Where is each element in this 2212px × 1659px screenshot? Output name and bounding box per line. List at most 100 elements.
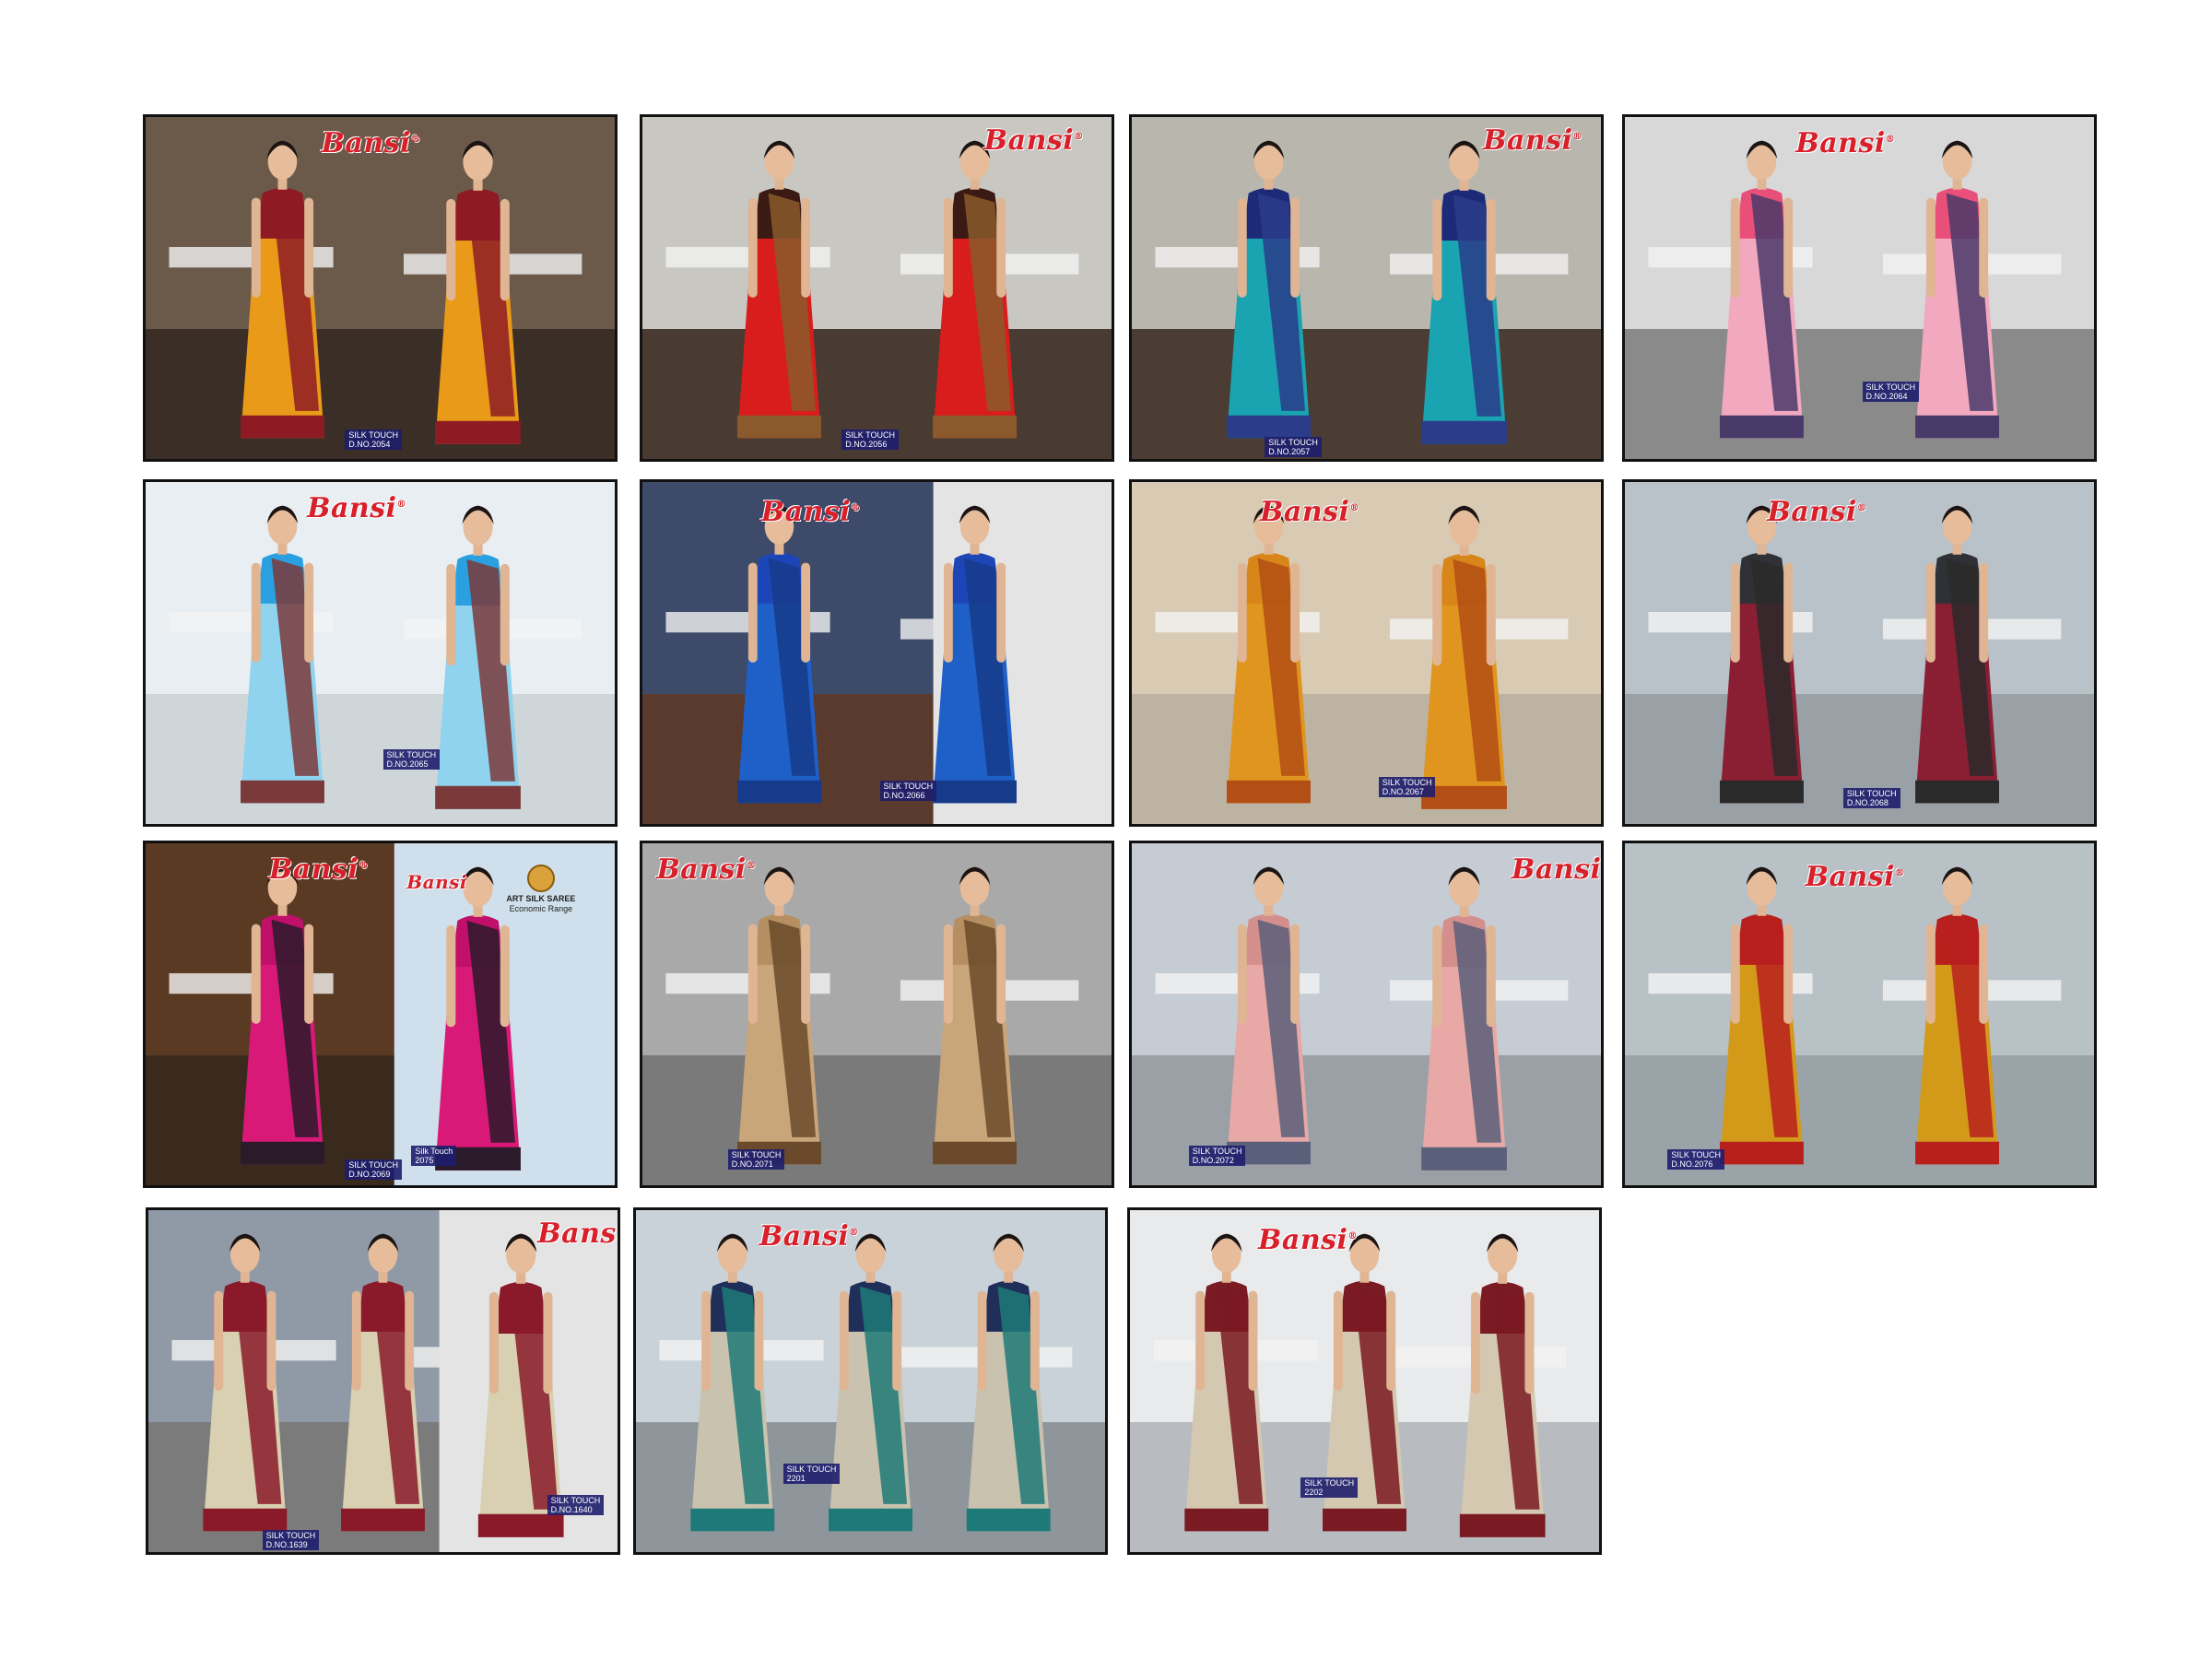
product-card-2202[interactable]: Bansi® SILK TOUCH 2202 (1127, 1207, 1602, 1555)
design-number: D.NO.2076 (1671, 1159, 1713, 1169)
design-number: 2075 (415, 1155, 434, 1165)
fabric-label: SILK TOUCH (1268, 437, 1318, 447)
design-number: D.NO.1640 (550, 1505, 593, 1515)
design-label: SILK TOUCH D.NO.2071 (727, 1148, 785, 1170)
fabric-label: SILK TOUCH (883, 782, 934, 792)
design-number: D.NO.1639 (265, 1539, 308, 1549)
product-photo (1130, 1210, 1599, 1552)
fabric-label: SILK TOUCH (386, 750, 437, 760)
brand-name: Bansi (1512, 853, 1602, 887)
seal-icon (526, 864, 555, 892)
brand-name: Bansi (1795, 127, 1886, 160)
bansi-logo: Bansi® (268, 853, 369, 887)
design-number: D.NO.2054 (348, 440, 391, 450)
design-number: D.NO.2064 (1865, 391, 1908, 401)
bansi-logo: Bansi® (759, 1220, 859, 1253)
fabric-label: SILK TOUCH (1865, 382, 1916, 392)
design-label: SILK TOUCH D.NO.2076 (1667, 1148, 1725, 1170)
bansi-logo: Bansi® (1767, 496, 1867, 529)
product-card-2072[interactable]: Bansi® SILK TOUCH D.NO.2072 (1129, 841, 1604, 1188)
product-card-2065[interactable]: Bansi® SILK TOUCH D.NO.2065 (143, 479, 618, 827)
bansi-logo: Bansi® (1258, 1224, 1358, 1257)
product-photo (1625, 117, 2094, 459)
design-label: SILK TOUCH D.NO.2056 (841, 429, 899, 451)
bansi-logo: Bansi® (983, 124, 1084, 157)
design-label: SILK TOUCH D.NO.2065 (382, 749, 441, 771)
fabric-label: SILK TOUCH (1382, 778, 1432, 788)
brand-name: Bansi (321, 127, 411, 160)
design-label-second: SILK TOUCH D.NO.1640 (547, 1495, 605, 1516)
product-card-2076[interactable]: Bansi® SILK TOUCH D.NO.2076 (1622, 841, 2097, 1188)
product-card-2057[interactable]: Bansi® SILK TOUCH D.NO.2057 (1129, 114, 1604, 462)
fabric-label: SILK TOUCH (845, 430, 895, 441)
design-number: 2201 (786, 1474, 806, 1484)
design-label: SILK TOUCH D.NO.2067 (1378, 777, 1436, 798)
design-number: D.NO.2069 (348, 1170, 391, 1180)
bansi-logo: Bansi® (1483, 124, 1583, 157)
design-label: SILK TOUCH D.NO.1639 (262, 1529, 320, 1550)
design-label: SILK TOUCH D.NO.2068 (1842, 787, 1900, 808)
brand-name: Bansi (537, 1217, 620, 1250)
product-card-1639[interactable]: Bansi®SILK TOUCH D.NO.1639SILK TOUCH D.N… (146, 1207, 620, 1555)
brand-name: Bansi (1260, 496, 1350, 529)
product-photo (1625, 482, 2094, 824)
brand-name: Bansi (1767, 496, 1857, 529)
fabric-label: SILK TOUCH (1304, 1478, 1355, 1488)
design-number: D.NO.2057 (1268, 446, 1311, 456)
brand-name: Bansi (307, 492, 397, 525)
product-photo (642, 482, 1112, 824)
bansi-logo: Bansi® (307, 492, 406, 525)
design-label: SILK TOUCH D.NO.2057 (1265, 436, 1322, 457)
range-badge: ART SILK SAREE Economic Range (506, 864, 576, 914)
bansi-logo: Bansi® (1260, 496, 1359, 529)
bansi-logo: Bansi® (760, 496, 861, 529)
fabric-label: SILK TOUCH (348, 430, 398, 441)
brand-name: Bansi (656, 853, 747, 887)
bansi-logo: Bansi® (537, 1217, 620, 1250)
bansi-logo: Bansi® (321, 127, 421, 160)
brand-name: Bansi (1258, 1224, 1348, 1257)
product-photo (146, 482, 615, 824)
badge-title: ART SILK SAREE (506, 893, 576, 903)
bansi-logo: Bansi® (1805, 860, 1905, 893)
design-number: D.NO.2067 (1382, 787, 1424, 797)
product-photo (1132, 482, 1601, 824)
design-label: SILK TOUCH D.NO.2054 (345, 429, 402, 451)
design-number: D.NO.2068 (1846, 797, 1888, 807)
product-photo (1132, 843, 1601, 1185)
bansi-logo: Bansi® (656, 853, 757, 887)
design-number: D.NO.2056 (845, 440, 888, 450)
design-number: D.NO.2066 (883, 791, 925, 801)
product-card-2056[interactable]: Bansi® SILK TOUCH D.NO.2056 (640, 114, 1114, 462)
brand-name: Bansi (1483, 124, 1573, 157)
product-photo (636, 1210, 1105, 1552)
product-card-2066[interactable]: Bansi® SILK TOUCH D.NO.2066 (640, 479, 1114, 827)
fabric-label: SILK TOUCH (265, 1530, 316, 1540)
brand-name: Bansi (759, 1220, 850, 1253)
product-card-2069[interactable]: Bansi® SILK TOUCH D.NO.2069 Silk Touch 207… (143, 841, 618, 1188)
design-label: SILK TOUCH 2202 (1300, 1477, 1359, 1499)
brand-name: Bansi (760, 496, 852, 529)
design-label: SILK TOUCH 2201 (782, 1464, 841, 1485)
design-label-inset: Silk Touch 2075 (411, 1145, 457, 1166)
product-photo (146, 117, 615, 459)
product-photo (1132, 117, 1601, 459)
design-label: SILK TOUCH D.NO.2064 (1862, 381, 1920, 402)
design-label: SILK TOUCH D.NO.2066 (879, 781, 937, 802)
product-photo (642, 843, 1112, 1185)
bansi-logo: Bansi® (1512, 853, 1602, 887)
product-card-2068[interactable]: Bansi® SILK TOUCH D.NO.2068 (1622, 479, 2097, 827)
fabric-label: Silk Touch (415, 1146, 453, 1156)
brand-name: Bansi (406, 871, 468, 894)
design-number: D.NO.2071 (731, 1159, 773, 1169)
bansi-logo-inset: Bansi (406, 871, 467, 893)
product-card-2064[interactable]: Bansi® SILK TOUCH D.NO.2064 (1622, 114, 2097, 462)
product-photo (1625, 843, 2094, 1185)
badge-subtitle: Economic Range (509, 903, 573, 913)
design-number: D.NO.2072 (1192, 1155, 1234, 1165)
product-card-2067[interactable]: Bansi® SILK TOUCH D.NO.2067 (1129, 479, 1604, 827)
product-card-2201[interactable]: Bansi® SILK TOUCH 2201 (633, 1207, 1108, 1555)
product-card-2054[interactable]: Bansi® SILK TOUCH D.NO.2054 (143, 114, 618, 462)
product-card-2071[interactable]: Bansi® SILK TOUCH D.NO.2071 (640, 841, 1114, 1188)
fabric-label: SILK TOUCH (1846, 788, 1897, 798)
